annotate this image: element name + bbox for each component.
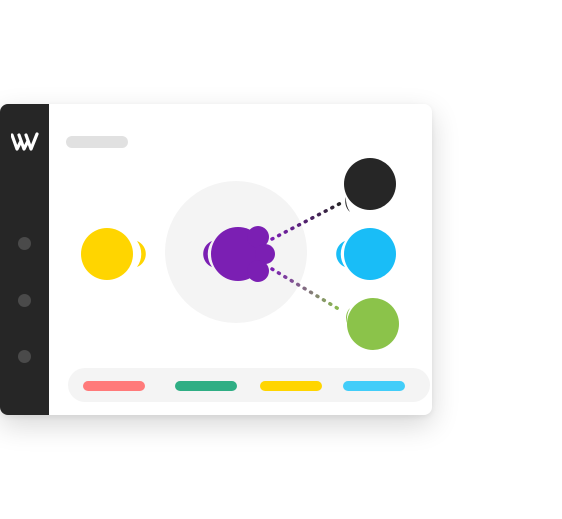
pill-blue[interactable] — [343, 381, 405, 391]
pill-yellow[interactable] — [260, 381, 322, 391]
source-node[interactable] — [81, 228, 146, 280]
pill-green[interactable] — [175, 381, 237, 391]
target-node-middle[interactable] — [336, 228, 396, 280]
target-node-bottom[interactable] — [345, 298, 399, 350]
target-node-top[interactable] — [344, 158, 396, 212]
pill-red[interactable] — [83, 381, 145, 391]
bottom-toolbar — [68, 368, 430, 402]
app-window — [0, 104, 432, 415]
